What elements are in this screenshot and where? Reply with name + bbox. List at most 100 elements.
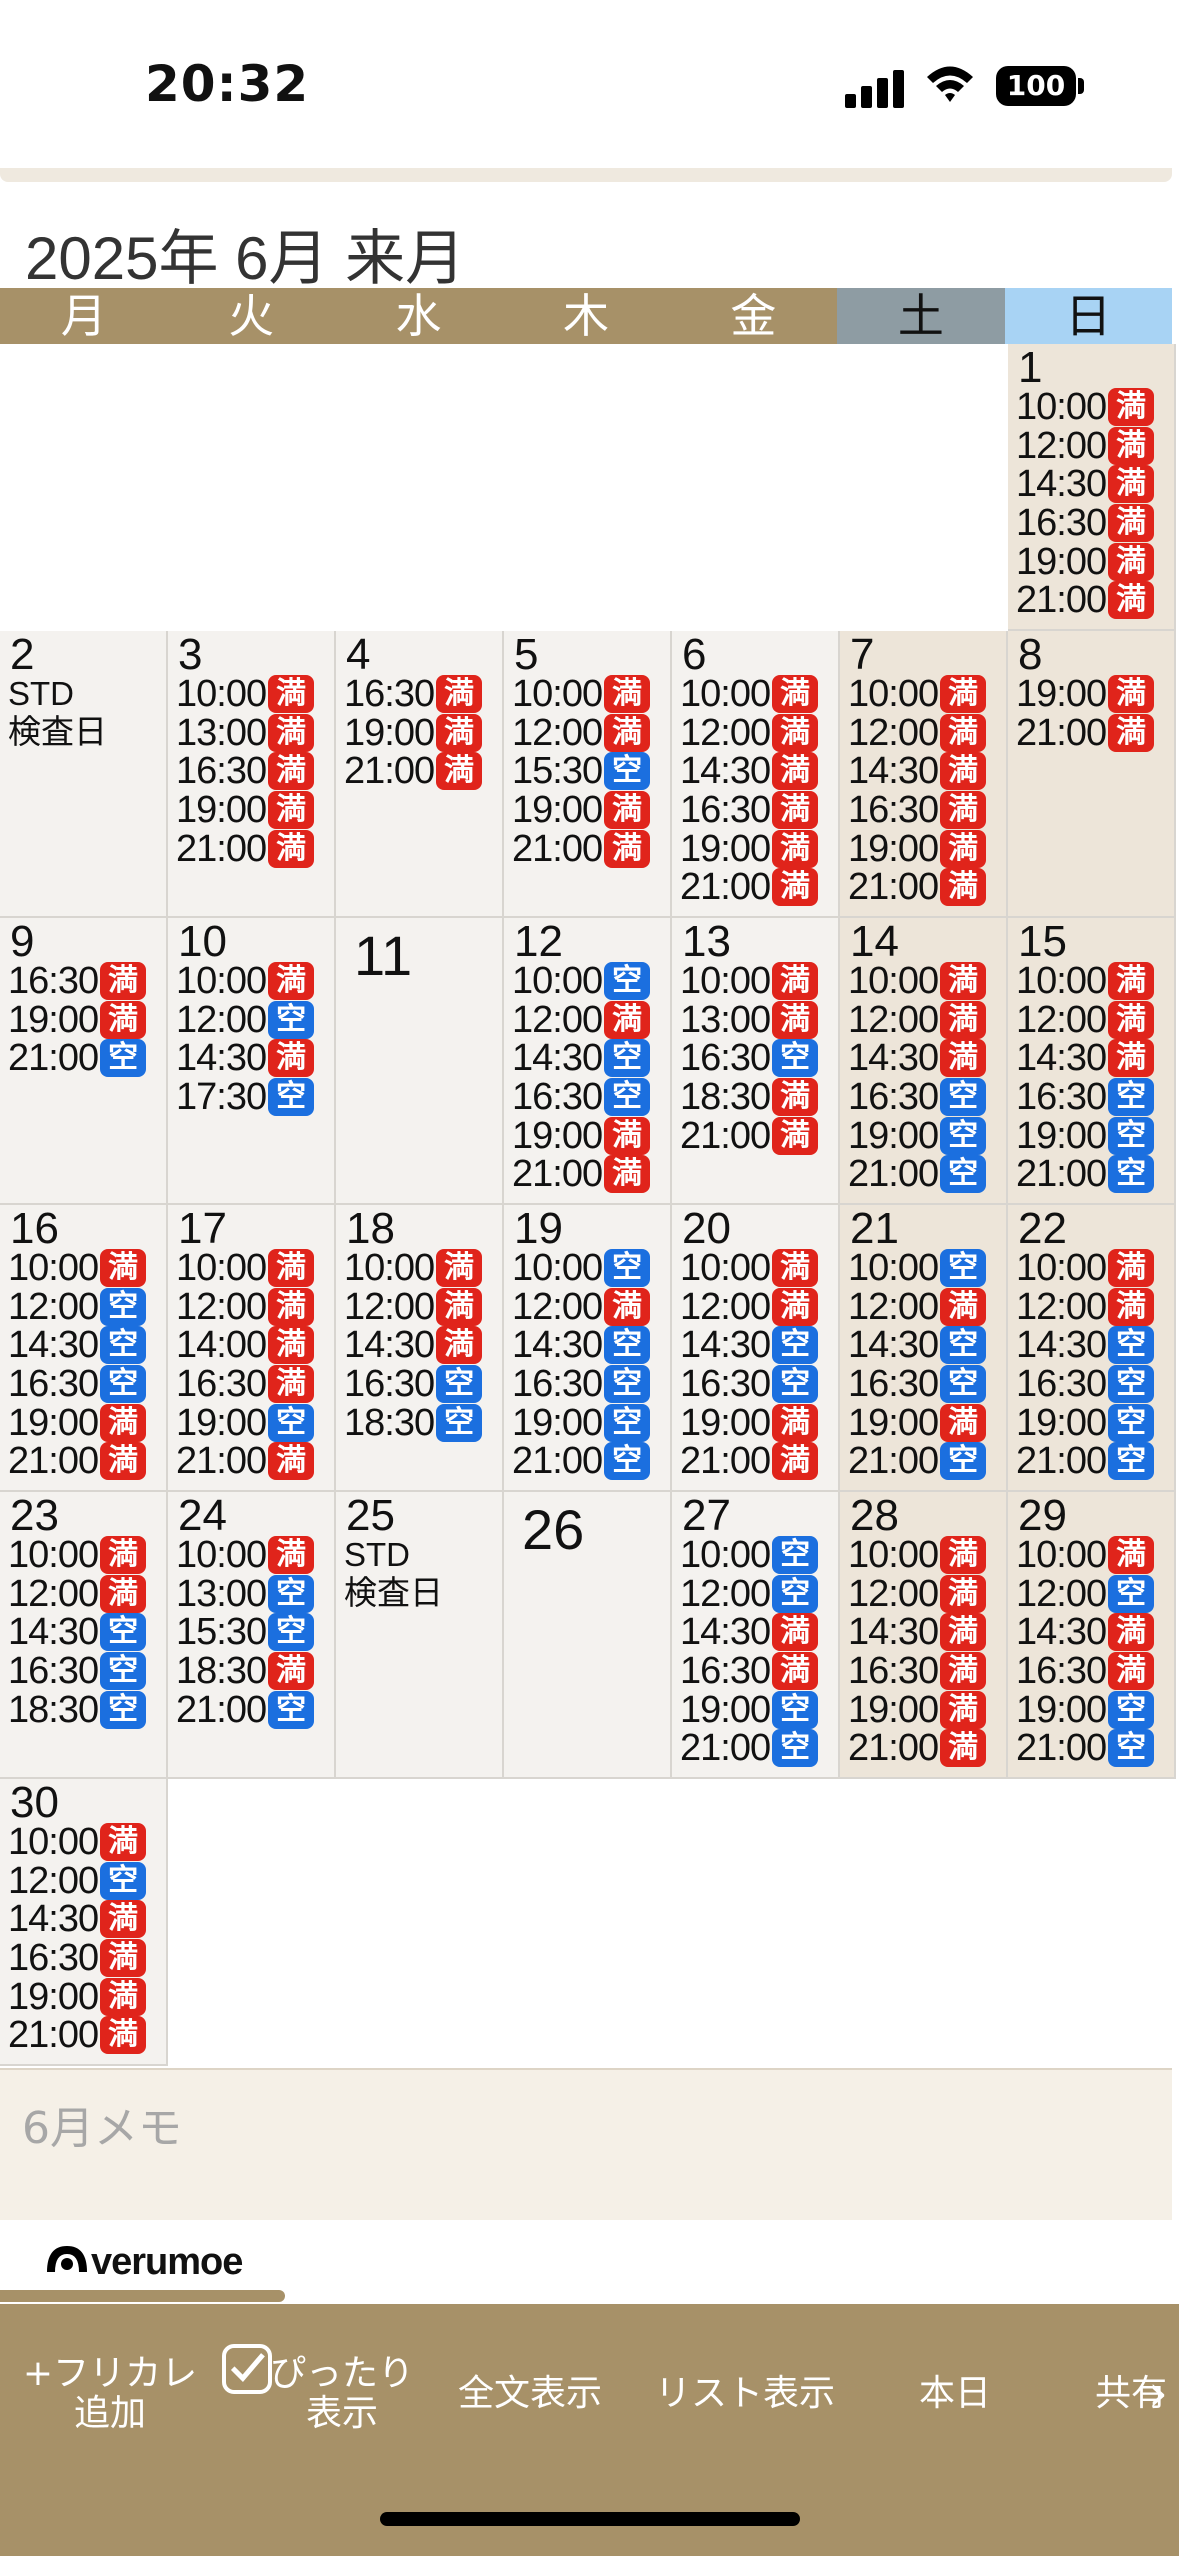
time-slot[interactable]: 16:30 満 xyxy=(0,1939,166,1978)
time-slot[interactable]: 10:00 満 xyxy=(336,1249,502,1288)
time-slot[interactable]: 19:00 満 xyxy=(0,1403,166,1442)
time-slot[interactable]: 12:00 空 xyxy=(0,1861,166,1901)
add-fricale-button[interactable]: +フリカレ 追加 xyxy=(10,2354,210,2434)
calendar-day-27[interactable]: 27 10:00 空 12:00 空 14:30 満 16:30 満 19:00 空 21:00 空 xyxy=(672,1492,840,1779)
time-slot[interactable]: 10:00 満 xyxy=(1008,1249,1174,1288)
time-slot[interactable]: 14:30 空 xyxy=(672,1326,838,1365)
time-slot[interactable]: 10:00 満 xyxy=(840,675,1006,714)
time-slot[interactable]: 19:00 空 xyxy=(1008,1403,1174,1442)
time-slot[interactable]: 12:00 満 xyxy=(1008,1000,1174,1040)
calendar-day-20[interactable]: 20 10:00 満 12:00 満 14:30 空 16:30 空 19:00 満 21:00 満 xyxy=(672,1205,840,1492)
calendar-day-24[interactable]: 24 10:00 満 13:00 空 15:30 空 18:30 満 21:00 空 xyxy=(168,1492,336,1779)
time-slot[interactable]: 15:30 空 xyxy=(168,1613,334,1652)
time-slot[interactable]: 21:00 満 xyxy=(504,1155,670,1194)
time-slot[interactable]: 10:00 満 xyxy=(672,675,838,714)
time-slot[interactable]: 16:30 満 xyxy=(168,1365,334,1404)
time-slot[interactable]: 14:30 空 xyxy=(504,1039,670,1078)
time-slot[interactable]: 19:00 満 xyxy=(336,713,502,753)
today-button[interactable]: 本日 xyxy=(890,2374,1020,2414)
time-slot[interactable]: 14:30 満 xyxy=(672,752,838,791)
time-slot[interactable]: 14:30 満 xyxy=(1008,465,1174,504)
time-slot[interactable]: 19:00 空 xyxy=(840,1116,1006,1155)
time-slot[interactable]: 21:00 満 xyxy=(168,1442,334,1481)
calendar-day-8[interactable]: 8 19:00 満 21:00 満 xyxy=(1008,631,1176,918)
calendar-day-9[interactable]: 9 16:30 満 19:00 満 21:00 空 xyxy=(0,918,168,1205)
time-slot[interactable]: 21:00 満 xyxy=(0,1442,166,1481)
time-slot[interactable]: 16:30 空 xyxy=(504,1365,670,1404)
time-slot[interactable]: 19:00 満 xyxy=(504,1116,670,1155)
time-slot[interactable]: 10:00 空 xyxy=(840,1249,1006,1288)
chevron-right-icon[interactable]: › xyxy=(1148,2364,1168,2422)
calendar-day-7[interactable]: 7 10:00 満 12:00 満 14:30 満 16:30 満 19:00 満 21:00 満 xyxy=(840,631,1008,918)
fit-view-button[interactable]: ぴったり 表示 xyxy=(262,2354,422,2434)
time-slot[interactable]: 21:00 満 xyxy=(504,829,670,868)
time-slot[interactable]: 14:30 満 xyxy=(336,1326,502,1365)
calendar-day-15[interactable]: 15 10:00 満 12:00 満 14:30 満 16:30 空 19:00 空 21:00 空 xyxy=(1008,918,1176,1205)
time-slot[interactable]: 12:00 満 xyxy=(672,1287,838,1327)
time-slot[interactable]: 16:30 満 xyxy=(840,1652,1006,1691)
time-slot[interactable]: 19:00 満 xyxy=(1008,675,1174,714)
calendar-day-12[interactable]: 12 10:00 空 12:00 満 14:30 空 16:30 空 19:00 満 21:00 満 xyxy=(504,918,672,1205)
time-slot[interactable]: 19:00 満 xyxy=(672,1403,838,1442)
calendar-day-28[interactable]: 28 10:00 満 12:00 満 14:30 満 16:30 満 19:00 満 21:00 満 xyxy=(840,1492,1008,1779)
time-slot[interactable]: 12:00 満 xyxy=(840,1287,1006,1327)
time-slot[interactable]: 16:30 満 xyxy=(840,791,1006,830)
calendar-day-5[interactable]: 5 10:00 満 12:00 満 15:30 空 19:00 満 21:00 満 xyxy=(504,631,672,918)
time-slot[interactable]: 10:00 満 xyxy=(168,675,334,714)
time-slot[interactable]: 19:00 満 xyxy=(672,829,838,868)
time-slot[interactable]: 16:30 満 xyxy=(168,752,334,791)
time-slot[interactable]: 14:30 満 xyxy=(1008,1039,1174,1078)
time-slot[interactable]: 12:00 満 xyxy=(840,1000,1006,1040)
time-slot[interactable]: 19:00 空 xyxy=(1008,1116,1174,1155)
time-slot[interactable]: 10:00 満 xyxy=(1008,388,1174,427)
time-slot[interactable]: 21:00 空 xyxy=(1008,1729,1174,1768)
time-slot[interactable]: 14:30 空 xyxy=(840,1326,1006,1365)
time-slot[interactable]: 12:00 満 xyxy=(1008,1287,1174,1327)
time-slot[interactable]: 12:00 満 xyxy=(672,713,838,753)
time-slot[interactable]: 21:00 満 xyxy=(672,1442,838,1481)
calendar-day-30[interactable]: 30 10:00 満 12:00 空 14:30 満 16:30 満 19:00 満 21:00 満 xyxy=(0,1779,168,2066)
time-slot[interactable]: 16:30 満 xyxy=(672,1652,838,1691)
time-slot[interactable]: 15:30 空 xyxy=(504,752,670,791)
calendar-day-16[interactable]: 16 10:00 満 12:00 空 14:30 空 16:30 空 19:00 満 21:00 満 xyxy=(0,1205,168,1492)
time-slot[interactable]: 14:30 空 xyxy=(0,1613,166,1652)
time-slot[interactable]: 21:00 満 xyxy=(840,1729,1006,1768)
time-slot[interactable]: 19:00 満 xyxy=(0,1000,166,1040)
calendar-day-25[interactable]: 25 STD 検査日 xyxy=(336,1492,504,1779)
time-slot[interactable]: 14:30 空 xyxy=(504,1326,670,1365)
time-slot[interactable]: 14:30 満 xyxy=(840,752,1006,791)
calendar-day-22[interactable]: 22 10:00 満 12:00 満 14:30 空 16:30 空 19:00 空 21:00 空 xyxy=(1008,1205,1176,1492)
month-title[interactable]: 2025年 6月 来月 xyxy=(25,210,465,297)
time-slot[interactable]: 14:30 空 xyxy=(1008,1326,1174,1365)
time-slot[interactable]: 21:00 空 xyxy=(1008,1442,1174,1481)
time-slot[interactable]: 18:30 空 xyxy=(0,1690,166,1729)
time-slot[interactable]: 12:00 満 xyxy=(840,713,1006,753)
calendar-day-18[interactable]: 18 10:00 満 12:00 満 14:30 満 16:30 空 18:30 空 xyxy=(336,1205,504,1492)
time-slot[interactable]: 21:00 空 xyxy=(672,1729,838,1768)
time-slot[interactable]: 21:00 満 xyxy=(168,829,334,868)
time-slot[interactable]: 16:30 空 xyxy=(672,1039,838,1078)
time-slot[interactable]: 16:30 空 xyxy=(672,1365,838,1404)
calendar-day-6[interactable]: 6 10:00 満 12:00 満 14:30 満 16:30 満 19:00 満 21:00 満 xyxy=(672,631,840,918)
time-slot[interactable]: 14:30 満 xyxy=(0,1900,166,1939)
time-slot[interactable]: 13:00 空 xyxy=(168,1574,334,1614)
calendar-day-29[interactable]: 29 10:00 満 12:00 空 14:30 満 16:30 満 19:00 空 21:00 空 xyxy=(1008,1492,1176,1779)
time-slot[interactable]: 14:30 満 xyxy=(840,1039,1006,1078)
time-slot[interactable]: 19:00 満 xyxy=(840,1690,1006,1729)
calendar-day-10[interactable]: 10 10:00 満 12:00 空 14:30 満 17:30 空 xyxy=(168,918,336,1205)
time-slot[interactable]: 21:00 満 xyxy=(672,868,838,907)
time-slot[interactable]: 10:00 満 xyxy=(0,1536,166,1575)
time-slot[interactable]: 14:30 満 xyxy=(1008,1613,1174,1652)
time-slot[interactable]: 10:00 満 xyxy=(168,962,334,1001)
time-slot[interactable]: 10:00 満 xyxy=(840,962,1006,1001)
time-slot[interactable]: 16:30 空 xyxy=(1008,1365,1174,1404)
time-slot[interactable]: 12:00 満 xyxy=(504,1000,670,1040)
time-slot[interactable]: 14:30 満 xyxy=(672,1613,838,1652)
time-slot[interactable]: 21:00 空 xyxy=(1008,1155,1174,1194)
time-slot[interactable]: 18:30 満 xyxy=(672,1078,838,1117)
time-slot[interactable]: 10:00 満 xyxy=(1008,1536,1174,1575)
time-slot[interactable]: 10:00 空 xyxy=(504,1249,670,1288)
month-memo[interactable]: 6月メモ xyxy=(0,2068,1172,2220)
time-slot[interactable]: 12:00 満 xyxy=(840,1574,1006,1614)
time-slot[interactable]: 10:00 満 xyxy=(840,1536,1006,1575)
